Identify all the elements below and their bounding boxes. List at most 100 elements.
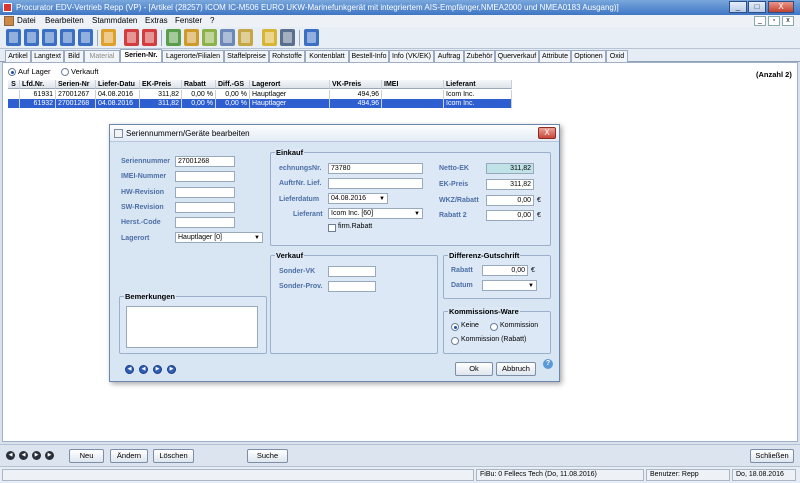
calculator-icon[interactable] — [304, 29, 319, 46]
tab-auftrag[interactable]: Auftrag — [434, 50, 464, 62]
herst-code-field[interactable] — [175, 217, 235, 228]
diff-datum-picker[interactable]: ▼ — [482, 280, 537, 291]
grid-header-diff-gs[interactable]: Diff.-GS — [216, 80, 250, 89]
ek-preis-field[interactable]: 311,82 — [486, 179, 534, 190]
grid-header-s[interactable]: S — [8, 80, 20, 89]
mdi-close-button[interactable]: x — [782, 16, 794, 26]
lagerort-select[interactable]: Hauptlager [0] ▼ — [175, 232, 263, 243]
menu-bearbeiten[interactable]: Bearbeiten — [45, 15, 84, 27]
table-row-cell[interactable] — [382, 90, 444, 99]
menu-datei[interactable]: Datei — [17, 15, 36, 27]
table-row-cell[interactable]: 311,82 — [140, 99, 182, 108]
previous-record-icon[interactable]: ◀ — [139, 365, 148, 374]
tab-langtext[interactable]: Langtext — [31, 50, 64, 62]
aendern-button[interactable]: Ändern — [110, 449, 148, 463]
loeschen-button[interactable]: Löschen — [153, 449, 194, 463]
open-document-icon[interactable] — [24, 29, 39, 46]
tab-staffelpreise[interactable]: Staffelpreise — [224, 50, 269, 62]
tab-optionen[interactable]: Optionen — [571, 50, 606, 62]
list-icon[interactable] — [202, 29, 217, 46]
table-row-cell[interactable]: 27001268 — [56, 99, 96, 108]
tab-serien-nr[interactable]: Serien-Nr. — [120, 49, 162, 62]
table-icon[interactable] — [184, 29, 199, 46]
sonder-prov-field[interactable] — [328, 281, 376, 292]
table-row-cell[interactable]: 494,96 — [330, 99, 382, 108]
edit-icon[interactable] — [262, 29, 277, 46]
grid-icon[interactable] — [166, 29, 181, 46]
verkauft-radio[interactable] — [61, 68, 69, 76]
auftrnr-field[interactable] — [328, 178, 423, 189]
table-row-cell[interactable] — [382, 99, 444, 108]
menu-help[interactable]: ? — [210, 15, 214, 27]
table-row-cell[interactable]: 27001267 — [56, 90, 96, 99]
table-row-cell[interactable]: 04.08.2016 — [96, 99, 140, 108]
tab-bild[interactable]: Bild — [64, 50, 84, 62]
grid-header-lieferant[interactable]: Lieferant — [444, 80, 512, 89]
seriennummer-field[interactable]: 27001268 — [175, 156, 235, 167]
cut-icon[interactable] — [124, 29, 139, 46]
new-document-icon[interactable] — [6, 29, 21, 46]
table-row-cell[interactable] — [8, 90, 20, 99]
dialog-close-button[interactable]: X — [538, 127, 556, 139]
rechnungsnr-field[interactable]: 73780 — [328, 163, 423, 174]
kommission-rabatt-radio[interactable] — [451, 337, 459, 345]
print-icon[interactable] — [60, 29, 75, 46]
grid-header-imei[interactable]: IMEI — [382, 80, 444, 89]
help-icon[interactable]: ? — [543, 359, 553, 369]
sonder-vk-field[interactable] — [328, 266, 376, 277]
tab-kontenblatt[interactable]: Kontenblatt — [305, 50, 349, 62]
hw-revision-field[interactable] — [175, 187, 235, 198]
menu-fenster[interactable]: Fenster — [175, 15, 202, 27]
table-row-cell[interactable]: 0,00 % — [182, 90, 216, 99]
auf-lager-radio[interactable] — [8, 68, 16, 76]
menu-extras[interactable]: Extras — [145, 15, 168, 27]
save-icon[interactable] — [42, 29, 57, 46]
chart-icon[interactable] — [238, 29, 253, 46]
tab-material[interactable]: Material — [84, 50, 120, 62]
document-stack-icon[interactable] — [220, 29, 235, 46]
tab-querverkauf[interactable]: Querverkauf — [495, 50, 539, 62]
imei-field[interactable] — [175, 171, 235, 182]
restore-button[interactable]: □ — [748, 1, 766, 13]
lieferant-select[interactable]: Icom Inc. [60] ▼ — [328, 208, 423, 219]
tab-oxid[interactable]: Oxid — [606, 50, 628, 62]
table-row-cell[interactable]: 0,00 % — [182, 99, 216, 108]
ok-button[interactable]: Ok — [455, 362, 493, 376]
next-record-icon[interactable]: ▶ — [32, 451, 41, 460]
grid-header-rabatt[interactable]: Rabatt — [182, 80, 216, 89]
bemerkungen-textarea[interactable] — [126, 306, 258, 348]
first-record-icon[interactable]: ◀ — [125, 365, 134, 374]
table-row-cell[interactable]: 311,82 — [140, 90, 182, 99]
tab-zubehoer[interactable]: Zubehör — [464, 50, 495, 62]
preview-icon[interactable] — [78, 29, 93, 46]
mdi-minimize-button[interactable]: _ — [754, 16, 766, 26]
grid-header-lagerort[interactable]: Lagerort — [250, 80, 330, 89]
wkz-rabatt-field[interactable]: 0,00 — [486, 195, 534, 206]
minimize-button[interactable]: _ — [729, 1, 747, 13]
last-record-icon[interactable]: ▶ — [45, 451, 54, 460]
tab-artikel[interactable]: Artikel — [5, 50, 31, 62]
schliessen-button[interactable]: Schließen — [750, 449, 794, 463]
grid-header-serien-nr[interactable]: Serien-Nr — [56, 80, 96, 89]
table-row-cell[interactable]: Hauptlager — [250, 90, 330, 99]
grid-header-lfd-nr[interactable]: Lfd.Nr. — [20, 80, 56, 89]
lock-icon[interactable] — [101, 29, 116, 46]
table-row-cell[interactable]: 494,96 — [330, 90, 382, 99]
mdi-restore-button[interactable]: ▫ — [768, 16, 780, 26]
tab-attribute[interactable]: Attribute — [539, 50, 571, 62]
tab-lagerorte[interactable]: Lagerorte/Filialen — [162, 50, 224, 62]
first-record-icon[interactable]: ◀ — [6, 451, 15, 460]
diff-rabatt-field[interactable]: 0,00 — [482, 265, 528, 276]
close-button[interactable]: X — [768, 1, 794, 13]
last-record-icon[interactable]: ▶ — [167, 365, 176, 374]
table-row-cell[interactable] — [8, 99, 20, 108]
abbruch-button[interactable]: Abbruch — [496, 362, 536, 376]
grid-header-ek-preis[interactable]: EK-Preis — [140, 80, 182, 89]
suche-button[interactable]: Suche — [247, 449, 288, 463]
neu-button[interactable]: Neu — [69, 449, 104, 463]
table-row-cell[interactable]: Hauptlager — [250, 99, 330, 108]
tab-rohstoffe[interactable]: Rohstoffe — [269, 50, 305, 62]
previous-record-icon[interactable]: ◀ — [19, 451, 28, 460]
tab-info-vk-ek[interactable]: Info (VK/EK) — [389, 50, 434, 62]
table-row-cell[interactable]: 04.08.2016 — [96, 90, 140, 99]
